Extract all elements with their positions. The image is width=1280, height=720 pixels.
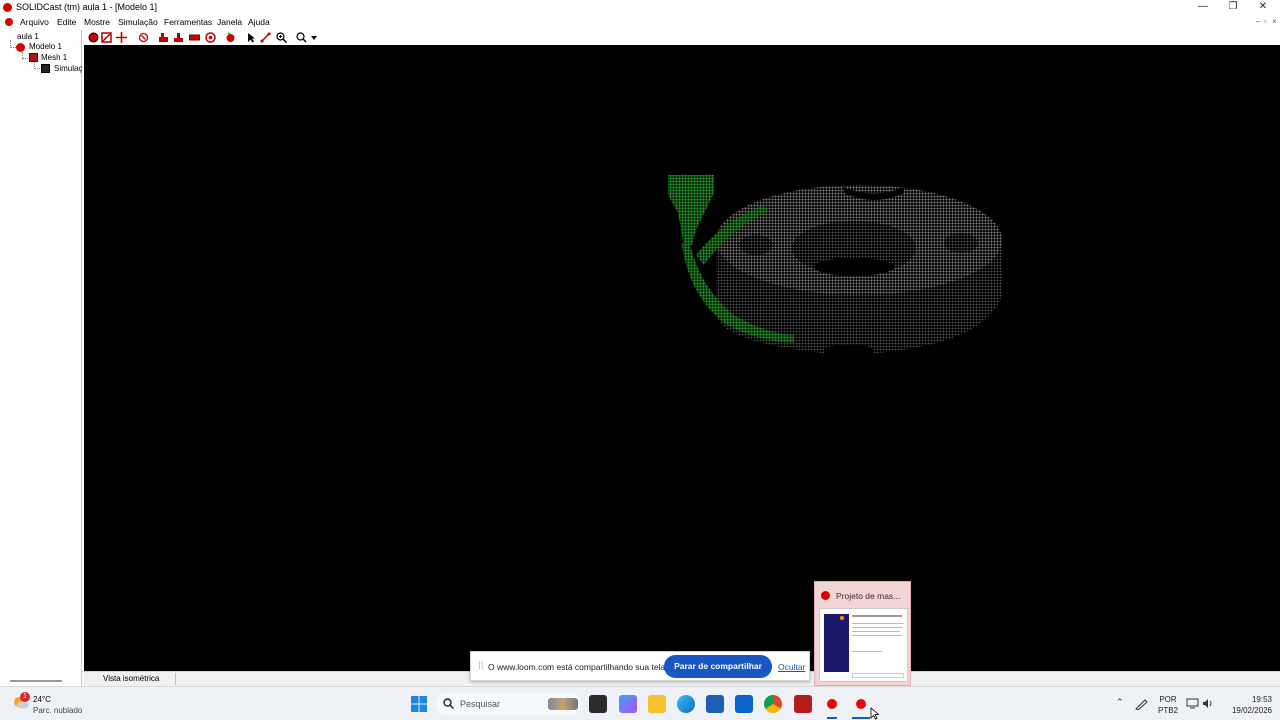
mouse-cursor-icon: [870, 707, 880, 720]
taskbar-search-box[interactable]: Pesquisar: [436, 693, 581, 715]
menu-ferramentas[interactable]: Ferramentas: [164, 17, 212, 27]
weather-temperature[interactable]: 24°C: [33, 695, 51, 704]
solidcast-app-icon[interactable]: [827, 699, 837, 709]
pointer-icon[interactable]: [246, 32, 257, 43]
stop-sharing-button[interactable]: Parar de compartilhar: [664, 655, 772, 678]
share-message: O www.loom.com está compartilhando sua t…: [488, 662, 668, 672]
window-title: SOLIDCast (tm) aula 1 - [Modelo 1]: [16, 2, 158, 12]
tree-item-modelo[interactable]: Modelo 1: [29, 42, 62, 51]
tree-item-simulacao[interactable]: Simulaç: [54, 64, 82, 73]
screen-share-bar: ⁞⁞ O www.loom.com está compartilhando su…: [470, 651, 810, 681]
tree-scrollbar[interactable]: [10, 680, 62, 682]
mdi-minimize-button[interactable]: –: [1256, 17, 1260, 26]
copilot-icon[interactable]: [619, 695, 637, 713]
clock-time[interactable]: 19:53: [1232, 695, 1272, 704]
menu-simulacao[interactable]: Simulação: [118, 17, 158, 27]
zoom-icon[interactable]: [276, 32, 287, 43]
solidcast-app-icon: [3, 3, 12, 12]
language-top[interactable]: POR: [1156, 695, 1180, 704]
view-mode-label: Vista isométrica: [88, 673, 176, 685]
shape-icon[interactable]: [101, 32, 112, 43]
windows-taskbar: 1 24°C Parc. nublado Pesquisar ⌃ POR PTB…: [0, 686, 1280, 720]
menu-ajuda[interactable]: Ajuda: [248, 17, 270, 27]
search-placeholder: Pesquisar: [460, 699, 501, 709]
file-explorer-icon[interactable]: [648, 695, 666, 713]
running-indicator: [827, 717, 837, 719]
measure-icon[interactable]: [260, 32, 271, 43]
preview-title: Projeto de mas...: [836, 591, 901, 601]
gating-sprue: [668, 175, 714, 245]
drag-handle[interactable]: ⁞⁞: [478, 661, 484, 672]
weather-badge: 1: [20, 692, 30, 702]
casting-model-render: [668, 175, 1002, 357]
solidcast-app-icon: [821, 591, 830, 600]
title-bar: SOLIDCast (tm) aula 1 - [Modelo 1] — ❐ ✕: [0, 0, 1280, 15]
cylinder-icon[interactable]: [205, 32, 216, 43]
mdi-restore-button[interactable]: ▫: [1264, 17, 1267, 26]
document-menu-icon[interactable]: [5, 18, 13, 26]
mdi-close-button[interactable]: ×: [1272, 17, 1277, 26]
language-bottom[interactable]: PTB2: [1156, 706, 1180, 715]
tree-item-mesh[interactable]: Mesh 1: [41, 53, 67, 62]
task-view-icon[interactable]: [589, 695, 607, 713]
box-icon[interactable]: [189, 32, 200, 43]
menu-arquivo[interactable]: Arquivo: [20, 17, 49, 27]
tree-connector: [34, 68, 40, 69]
chevron-up-icon[interactable]: ⌃: [1116, 697, 1124, 708]
taskbar-thumbnail-preview[interactable]: Projeto de mas...: [814, 581, 911, 686]
solidworks-icon[interactable]: [794, 695, 812, 713]
close-button[interactable]: ✕: [1248, 0, 1278, 15]
model-icon: [16, 43, 25, 52]
rotate-icon[interactable]: [138, 32, 149, 43]
chrome-icon[interactable]: [764, 695, 782, 713]
toolbar: [84, 30, 1280, 45]
search-highlight-image: [548, 698, 578, 710]
tree-item-aula[interactable]: aula 1: [17, 32, 39, 41]
solidcast-window-icon[interactable]: [856, 699, 866, 709]
zoom-menu-icon[interactable]: [296, 32, 307, 43]
pen-icon[interactable]: [1135, 698, 1149, 710]
riser-icon[interactable]: [158, 32, 169, 43]
preview-thumbnail[interactable]: [819, 608, 908, 682]
menu-mostre[interactable]: Mostre: [84, 17, 110, 27]
menu-edite[interactable]: Edite: [57, 17, 76, 27]
restore-button[interactable]: ❐: [1218, 0, 1248, 15]
chevron-down-icon[interactable]: [311, 36, 317, 40]
3d-viewport[interactable]: [84, 45, 1280, 671]
network-icon[interactable]: [1186, 698, 1199, 709]
outlook-icon[interactable]: [735, 695, 753, 713]
weather-description[interactable]: Parc. nublado: [33, 706, 82, 715]
mesh-icon: [29, 53, 38, 62]
edge-icon[interactable]: [677, 695, 695, 713]
volume-icon[interactable]: [1202, 698, 1214, 709]
model-tree-pane: aula 1 Modelo 1 Mesh 1 Simulaç: [0, 30, 82, 686]
store-icon[interactable]: [706, 695, 724, 713]
chill-icon[interactable]: [173, 32, 184, 43]
search-icon: [443, 698, 454, 709]
menu-janela[interactable]: Janela: [217, 17, 242, 27]
pour-icon[interactable]: [225, 32, 236, 43]
simulation-icon: [41, 64, 50, 73]
model-icon[interactable]: [88, 32, 99, 43]
move-icon[interactable]: [116, 32, 127, 43]
start-icon[interactable]: [411, 696, 427, 712]
menu-bar: Arquivo Edite Mostre Simulação Ferrament…: [0, 15, 1280, 29]
minimize-button[interactable]: —: [1188, 0, 1218, 15]
active-indicator: [852, 717, 870, 719]
clock-date[interactable]: 19/02/2026: [1222, 706, 1272, 715]
tree-connector: [22, 58, 28, 59]
hide-share-bar-link[interactable]: Ocultar: [778, 662, 805, 672]
